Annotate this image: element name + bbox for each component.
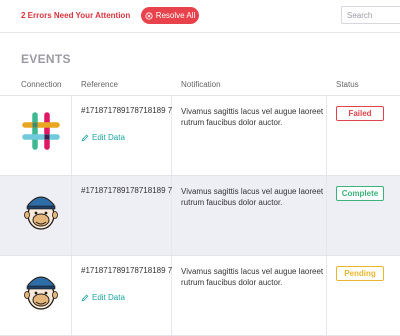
notification-text: Vivamus sagittis lacus vel augue laoreet… — [181, 267, 324, 287]
edit-data-link[interactable]: Edit Data — [81, 133, 125, 142]
reference-id: #171871789178718189 7 — [81, 186, 173, 195]
mailchimp-logo-icon — [24, 196, 58, 230]
column-divider — [71, 256, 72, 335]
status-badge: Pending — [336, 266, 384, 281]
pencil-icon — [81, 134, 89, 141]
slack-logo-icon — [22, 112, 60, 150]
column-header-notification: Notification — [181, 80, 221, 89]
column-divider — [71, 96, 72, 175]
resolve-all-label: Resolve All — [155, 11, 196, 20]
status-badge: Complete — [336, 186, 384, 201]
pencil-icon — [81, 294, 89, 301]
table-row[interactable]: #171871789178718189 7 Edit Data Vivamus … — [0, 96, 400, 176]
events-title: EVENTS — [21, 52, 71, 66]
column-divider — [71, 176, 72, 255]
reference-id: #171871789178718189 7 — [81, 106, 173, 115]
close-circle-icon — [145, 11, 153, 20]
search-input[interactable] — [341, 6, 400, 24]
status-badge: Failed — [336, 106, 384, 121]
edit-data-label: Edit Data — [92, 293, 125, 302]
table-row[interactable]: #171871789178718189 7 Vivamus sagittis l… — [0, 176, 400, 256]
reference-id: #171871789178718189 7 — [81, 266, 173, 275]
mailchimp-logo-icon — [24, 276, 58, 310]
column-header-reference: Reference — [81, 80, 118, 89]
notification-text: Vivamus sagittis lacus vel augue laoreet… — [181, 107, 324, 127]
table-header: Connection Reference Notification Status — [0, 73, 400, 96]
notification-text: Vivamus sagittis lacus vel augue laoreet… — [181, 187, 324, 207]
edit-data-label: Edit Data — [92, 133, 125, 142]
error-message: 2 Errors Need Your Attention — [21, 11, 131, 20]
resolve-all-button[interactable]: Resolve All — [141, 7, 199, 24]
events-panel: EVENTS Connection Reference Notification… — [0, 33, 400, 336]
edit-data-link[interactable]: Edit Data — [81, 293, 125, 302]
table-row[interactable]: #171871789178718189 7 Edit Data Vivamus … — [0, 256, 400, 336]
top-bar: 2 Errors Need Your Attention Resolve All — [0, 0, 400, 33]
column-header-connection: Connection — [21, 80, 62, 89]
column-header-status: Status — [336, 80, 359, 89]
